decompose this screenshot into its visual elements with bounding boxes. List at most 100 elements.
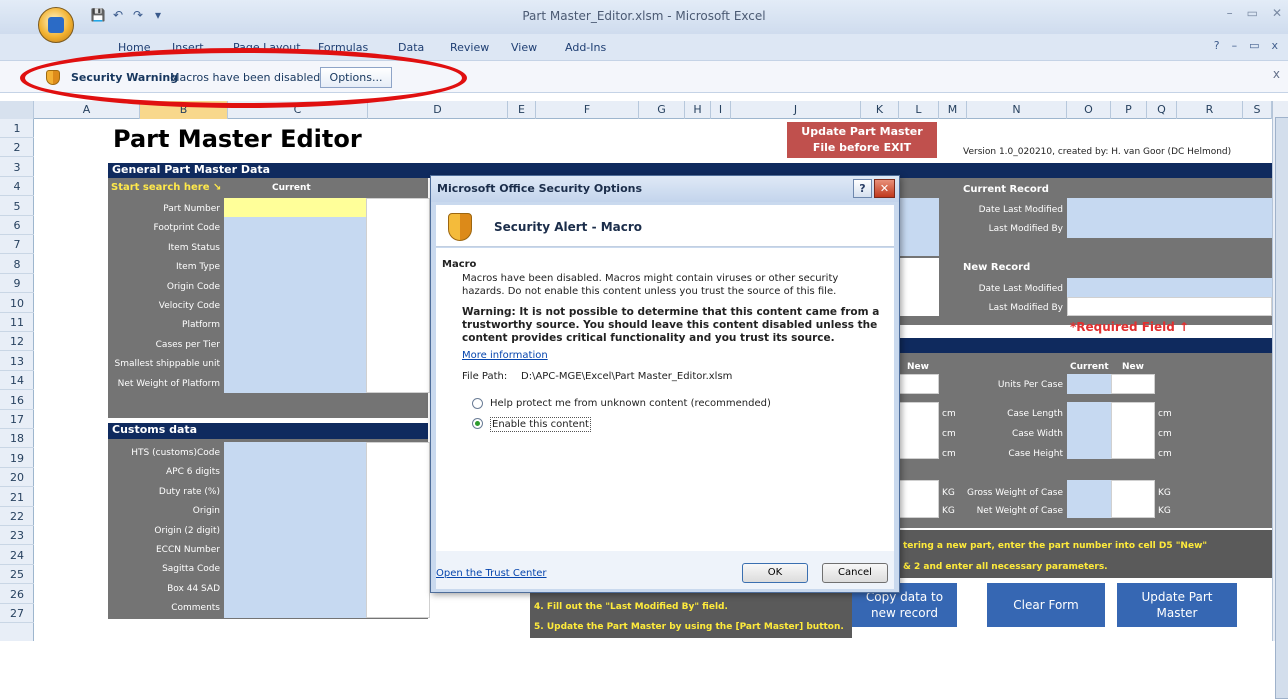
message-bar-close-icon[interactable]: x [1273, 67, 1280, 81]
current-record-values[interactable] [1067, 198, 1272, 238]
row-header[interactable]: 20 [0, 468, 34, 488]
column-header[interactable]: K [861, 101, 899, 119]
trust-center-link[interactable]: Open the Trust Center [436, 567, 547, 580]
row-header[interactable]: 11 [0, 313, 34, 332]
gross-weight-case-label: Gross Weight of Case [967, 488, 1063, 498]
part-number-input[interactable] [224, 198, 366, 217]
dims-current-label: Current [1070, 362, 1109, 372]
row-header[interactable]: 9 [0, 274, 34, 294]
net-weight-case-label: Net Weight of Case [976, 506, 1063, 516]
case-dims-new[interactable] [1111, 402, 1155, 459]
ok-button[interactable]: OK [742, 563, 808, 583]
row-header[interactable]: 2 [0, 138, 34, 158]
update-part-master-button[interactable]: Update Part Master [1117, 583, 1237, 627]
highlight-ellipse [20, 48, 467, 108]
case-weight-new[interactable] [1111, 480, 1155, 518]
column-header[interactable]: F [536, 101, 639, 119]
unit-kg: KG [1158, 488, 1171, 498]
units-per-case-current[interactable] [1067, 374, 1111, 394]
restore-button[interactable]: ▭ [1247, 6, 1258, 20]
sheet-title: Part Master Editor [113, 125, 362, 153]
cancel-button[interactable]: Cancel [822, 563, 888, 583]
row-header[interactable]: 10 [0, 294, 34, 313]
column-header[interactable]: S [1243, 101, 1272, 119]
column-header[interactable]: H [685, 101, 711, 119]
new-record-date-cell[interactable] [1067, 278, 1272, 297]
column-header[interactable]: P [1111, 101, 1147, 119]
column-header[interactable]: D [368, 101, 508, 119]
more-information-link[interactable]: More information [462, 349, 548, 362]
dim-new-cells[interactable] [899, 402, 939, 459]
tab-add-ins[interactable]: Add-Ins [565, 41, 606, 54]
customs-new-column[interactable] [366, 442, 430, 618]
ribbon-close-button[interactable]: x [1271, 39, 1278, 52]
dialog-footer: Open the Trust Center OK Cancel [436, 551, 894, 589]
dim-new-cell[interactable] [899, 374, 939, 394]
help-icon[interactable]: ? [1214, 39, 1220, 52]
row-header[interactable]: 25 [0, 565, 34, 585]
scrollbar-thumb[interactable] [1275, 117, 1288, 699]
column-header[interactable]: R [1177, 101, 1243, 119]
customs-current-column[interactable] [224, 442, 366, 618]
row-header[interactable]: 24 [0, 546, 34, 565]
ribbon-minimize-button[interactable]: – [1232, 39, 1238, 52]
column-header[interactable]: J [731, 101, 861, 119]
current-record-header: Current Record [963, 184, 1049, 195]
row-header[interactable]: 1 [0, 119, 34, 138]
column-header[interactable]: M [939, 101, 967, 119]
row-header[interactable]: 26 [0, 585, 34, 604]
column-header[interactable]: I [711, 101, 731, 119]
protect-radio[interactable] [472, 398, 483, 409]
row-header[interactable]: 22 [0, 507, 34, 526]
row-header[interactable]: 14 [0, 371, 34, 391]
current-values-column[interactable] [224, 217, 366, 393]
column-header[interactable]: E [508, 101, 536, 119]
column-header[interactable]: O [1067, 101, 1111, 119]
update-warning-cell[interactable]: Update Part Master File before EXIT [787, 122, 937, 158]
column-header[interactable]: N [967, 101, 1067, 119]
row-header[interactable]: 13 [0, 352, 34, 371]
tab-data[interactable]: Data [398, 41, 424, 54]
tab-review[interactable]: Review [450, 41, 489, 54]
dialog-close-button[interactable]: ✕ [874, 179, 895, 198]
new-values-column[interactable] [366, 198, 430, 393]
minimize-button[interactable]: – [1227, 6, 1233, 20]
enable-option-label[interactable]: Enable this content [490, 417, 591, 432]
row-header[interactable]: 17 [0, 410, 34, 429]
new-record-by-cell[interactable] [1067, 297, 1272, 316]
column-header[interactable]: A [34, 101, 140, 119]
version-text: Version 1.0_020210, created by: H. van G… [963, 147, 1232, 157]
column-header[interactable]: L [899, 101, 939, 119]
column-header[interactable]: G [639, 101, 685, 119]
close-window-button[interactable]: ✕ [1272, 6, 1282, 20]
dialog-help-button[interactable]: ? [853, 179, 872, 198]
column-header[interactable]: Q [1147, 101, 1177, 119]
row-header[interactable]: 21 [0, 488, 34, 507]
right-new-cells[interactable] [899, 258, 939, 316]
row-header[interactable]: 18 [0, 429, 34, 449]
case-weight-current[interactable] [1067, 480, 1111, 518]
row-header[interactable]: 3 [0, 158, 34, 177]
row-header[interactable]: 4 [0, 177, 34, 197]
ribbon-restore-button[interactable]: ▭ [1249, 39, 1259, 52]
row-header[interactable]: 19 [0, 449, 34, 468]
row-header[interactable]: 23 [0, 526, 34, 546]
tab-view[interactable]: View [511, 41, 537, 54]
row-header[interactable]: 7 [0, 235, 34, 255]
vertical-scrollbar[interactable] [1272, 101, 1288, 699]
row-header[interactable]: 5 [0, 197, 34, 216]
office-button[interactable] [38, 7, 74, 43]
weight-new-cells[interactable] [899, 480, 939, 518]
select-all-corner[interactable] [0, 101, 34, 119]
row-header[interactable]: 16 [0, 391, 34, 410]
row-header[interactable]: 6 [0, 216, 34, 235]
row-header[interactable]: 27 [0, 604, 34, 623]
row-header[interactable]: 8 [0, 255, 34, 274]
clear-form-button[interactable]: Clear Form [987, 583, 1105, 627]
case-dims-current[interactable] [1067, 402, 1111, 459]
protect-option-label[interactable]: Help protect me from unknown content (re… [490, 397, 771, 410]
enable-radio[interactable] [472, 418, 483, 429]
row-header[interactable]: 12 [0, 332, 34, 352]
right-current-cells[interactable] [899, 198, 939, 256]
units-per-case-new[interactable] [1111, 374, 1155, 394]
